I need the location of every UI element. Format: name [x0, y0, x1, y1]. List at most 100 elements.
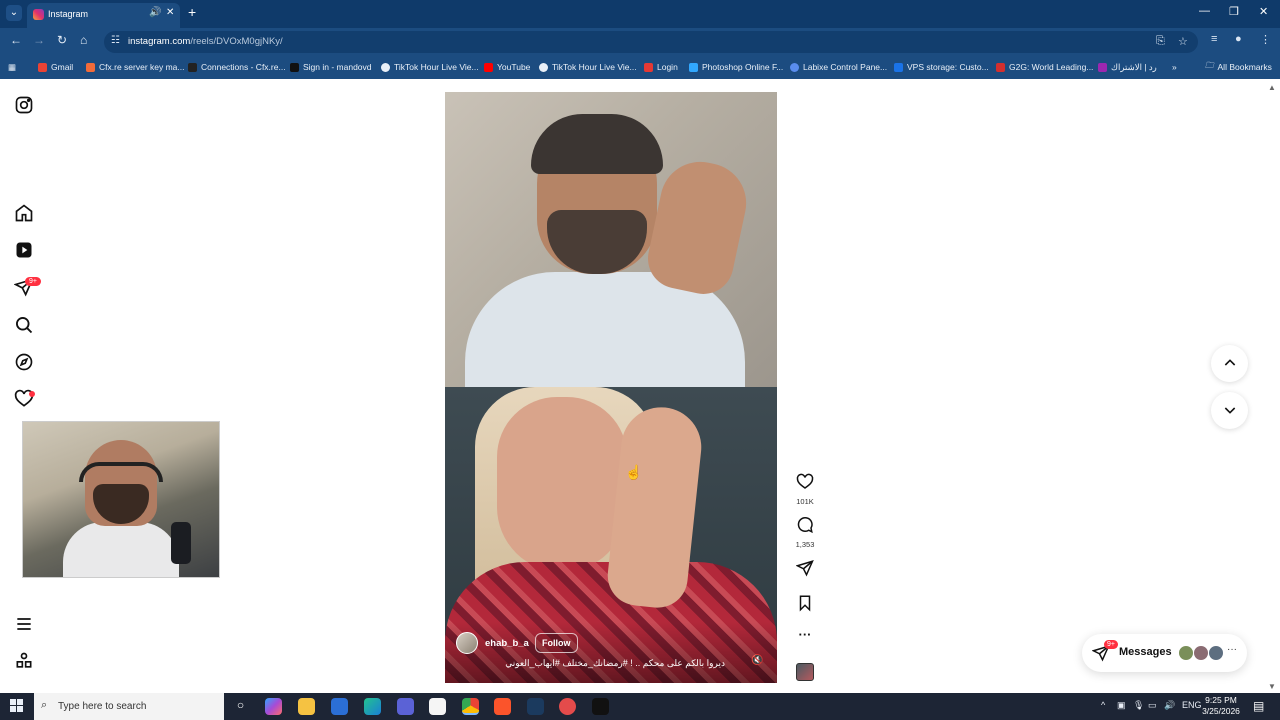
bookmark-cfx-key[interactable]: Cfx.re server key ma...	[86, 60, 185, 74]
bookmark-subscription[interactable]: رد | الاشتراك	[1098, 60, 1157, 74]
bookmark-label: TikTok Hour Live Vie...	[394, 62, 479, 72]
audio-thumbnail[interactable]	[796, 663, 814, 681]
save-button[interactable]	[790, 594, 820, 617]
tiktok-icon[interactable]	[592, 698, 609, 715]
menu-kebab-icon[interactable]: ⋮	[1260, 33, 1271, 46]
follow-button[interactable]: Follow	[535, 633, 578, 653]
webcam-overlay	[22, 421, 220, 578]
microphone-icon	[171, 522, 191, 564]
man-hair	[531, 114, 663, 174]
apps-grid-icon[interactable]: ▦	[8, 60, 16, 74]
webcam-person-shirt	[63, 522, 179, 577]
bookmark-tiktok-2[interactable]: TikTok Hour Live Vie...	[539, 60, 637, 74]
author-username[interactable]: ehab_b_a	[485, 638, 529, 649]
bookmark-g2g[interactable]: G2G: World Leading...	[996, 60, 1093, 74]
minimize-icon[interactable]: —	[1199, 5, 1210, 17]
new-tab-icon[interactable]: +	[188, 4, 196, 20]
comment-icon	[797, 516, 813, 534]
tab-title: Instagram	[48, 9, 89, 19]
bookmark-connections[interactable]: Connections - Cfx.re...	[188, 60, 286, 74]
comment-button[interactable]: 1,353	[790, 516, 820, 549]
windows-start-icon[interactable]	[10, 699, 24, 713]
cortana-icon[interactable]: ○	[232, 698, 249, 715]
outlook-icon[interactable]	[331, 698, 348, 715]
share-button[interactable]	[790, 559, 820, 582]
previous-reel-button[interactable]	[1211, 345, 1248, 382]
tab-search-dropdown-icon[interactable]: ⌄	[6, 5, 22, 21]
chevron-up-icon	[1224, 359, 1235, 366]
more-options-icon[interactable]: ···	[790, 627, 820, 642]
site-info-icon[interactable]: ☷	[111, 35, 120, 46]
like-button[interactable]: 101K	[790, 473, 820, 506]
author-avatar[interactable]	[456, 632, 478, 654]
microphone-tray-icon[interactable]: 🎙	[1133, 700, 1144, 711]
steam-icon[interactable]	[527, 698, 544, 715]
url-text[interactable]: instagram.com/reels/DVOxM0gjNKy/	[128, 36, 283, 47]
reel-top-frame	[445, 92, 777, 402]
forward-icon[interactable]: →	[33, 33, 45, 47]
mute-toggle-icon[interactable]: 🔇	[751, 655, 763, 666]
chrome-icon[interactable]	[462, 698, 479, 715]
bookmark-vps[interactable]: VPS storage: Custo...	[894, 60, 989, 74]
scroll-down-arrow-icon[interactable]: ▼	[1268, 682, 1276, 691]
file-explorer-icon[interactable]	[298, 698, 315, 715]
messages-button[interactable]: 9+ Messages ···	[1082, 634, 1247, 672]
contact-avatar	[1208, 645, 1224, 661]
tray-app-icon[interactable]: ▣	[1117, 700, 1126, 711]
bookmark-star-icon[interactable]: ☆	[1178, 35, 1188, 48]
bookmark-labixe[interactable]: Labixe Control Pane...	[790, 60, 887, 74]
tab-close-icon[interactable]: ✕	[166, 7, 174, 18]
copilot-icon[interactable]	[265, 698, 282, 715]
discord-icon[interactable]	[397, 698, 414, 715]
obs-icon[interactable]	[559, 698, 576, 715]
youtube-icon	[484, 62, 493, 72]
next-reel-button[interactable]	[1211, 392, 1248, 429]
more-bookmarks-button[interactable]: »	[1172, 60, 1177, 74]
search-icon[interactable]	[14, 315, 34, 335]
explore-compass-icon[interactable]	[14, 352, 34, 372]
restore-icon[interactable]: ❐	[1229, 5, 1239, 18]
taskbar-search-box[interactable]: ⌕ Type here to search	[34, 693, 224, 720]
home-icon[interactable]	[14, 203, 34, 223]
reel-video[interactable]: ☝ ehab_b_a Follow ديروا بالكم على محكم .…	[445, 92, 777, 683]
tab-audio-icon[interactable]: 🔊	[149, 7, 161, 18]
reload-icon[interactable]: ↻	[57, 33, 67, 47]
back-icon[interactable]: ←	[10, 33, 22, 47]
also-from-meta-icon[interactable]	[14, 651, 34, 671]
tray-overflow-icon[interactable]: ^	[1101, 700, 1105, 710]
profile-icon[interactable]: ●	[1235, 33, 1242, 45]
home-icon[interactable]: ⌂	[80, 33, 87, 47]
tab-instagram[interactable]: Instagram 🔊 ✕	[27, 3, 180, 28]
network-icon[interactable]: ▭	[1148, 700, 1157, 711]
bookmark-tiktok-1[interactable]: TikTok Hour Live Vie...	[381, 60, 479, 74]
brave-icon[interactable]	[494, 698, 511, 715]
address-bar[interactable]: ☷ instagram.com/reels/DVOxM0gjNKy/ ⎘ ☆	[104, 31, 1198, 53]
bookmark-photoshop[interactable]: Photoshop Online F...	[689, 60, 783, 74]
close-window-icon[interactable]: ✕	[1259, 5, 1268, 18]
media-control-icon[interactable]: ≡	[1211, 33, 1217, 45]
photoshop-icon	[689, 62, 698, 72]
browser-tab-strip: ⌄ Instagram 🔊 ✕ + — ❐ ✕	[0, 0, 1280, 28]
edge-icon[interactable]	[364, 698, 381, 715]
bookmark-login[interactable]: Login	[644, 60, 678, 74]
reels-icon[interactable]	[14, 240, 34, 260]
scroll-up-arrow-icon[interactable]: ▲	[1268, 83, 1276, 92]
search-icon: ⌕	[41, 699, 48, 711]
contact-avatar	[1178, 645, 1194, 661]
all-bookmarks-button[interactable]: 🗀 All Bookmarks	[1205, 60, 1272, 74]
install-app-icon[interactable]: ⎘	[1156, 35, 1165, 48]
reel-caption[interactable]: ديروا بالكم على محكم .. ! #رمضانك_مختلف …	[503, 658, 725, 669]
system-clock[interactable]: 9:25 PM 3/25/2026	[1198, 695, 1244, 717]
bookmark-label: VPS storage: Custo...	[907, 62, 989, 72]
windows-taskbar: ⌕ Type here to search ○ ^ ▣ 🎙 ▭ 🔊 ENG 9:…	[0, 693, 1280, 720]
all-bookmarks-label: All Bookmarks	[1217, 62, 1272, 72]
labixe-icon	[790, 62, 799, 72]
store-icon[interactable]	[429, 698, 446, 715]
instagram-logo-icon[interactable]	[14, 95, 34, 115]
bookmark-youtube[interactable]: YouTube	[484, 60, 530, 74]
bookmark-mandovd[interactable]: Sign in - mandovd	[290, 60, 372, 74]
bookmark-gmail[interactable]: Gmail	[38, 60, 73, 74]
more-menu-icon[interactable]	[14, 614, 34, 634]
notification-center-icon[interactable]: ▤	[1253, 699, 1264, 713]
volume-icon[interactable]: 🔊	[1164, 700, 1175, 711]
